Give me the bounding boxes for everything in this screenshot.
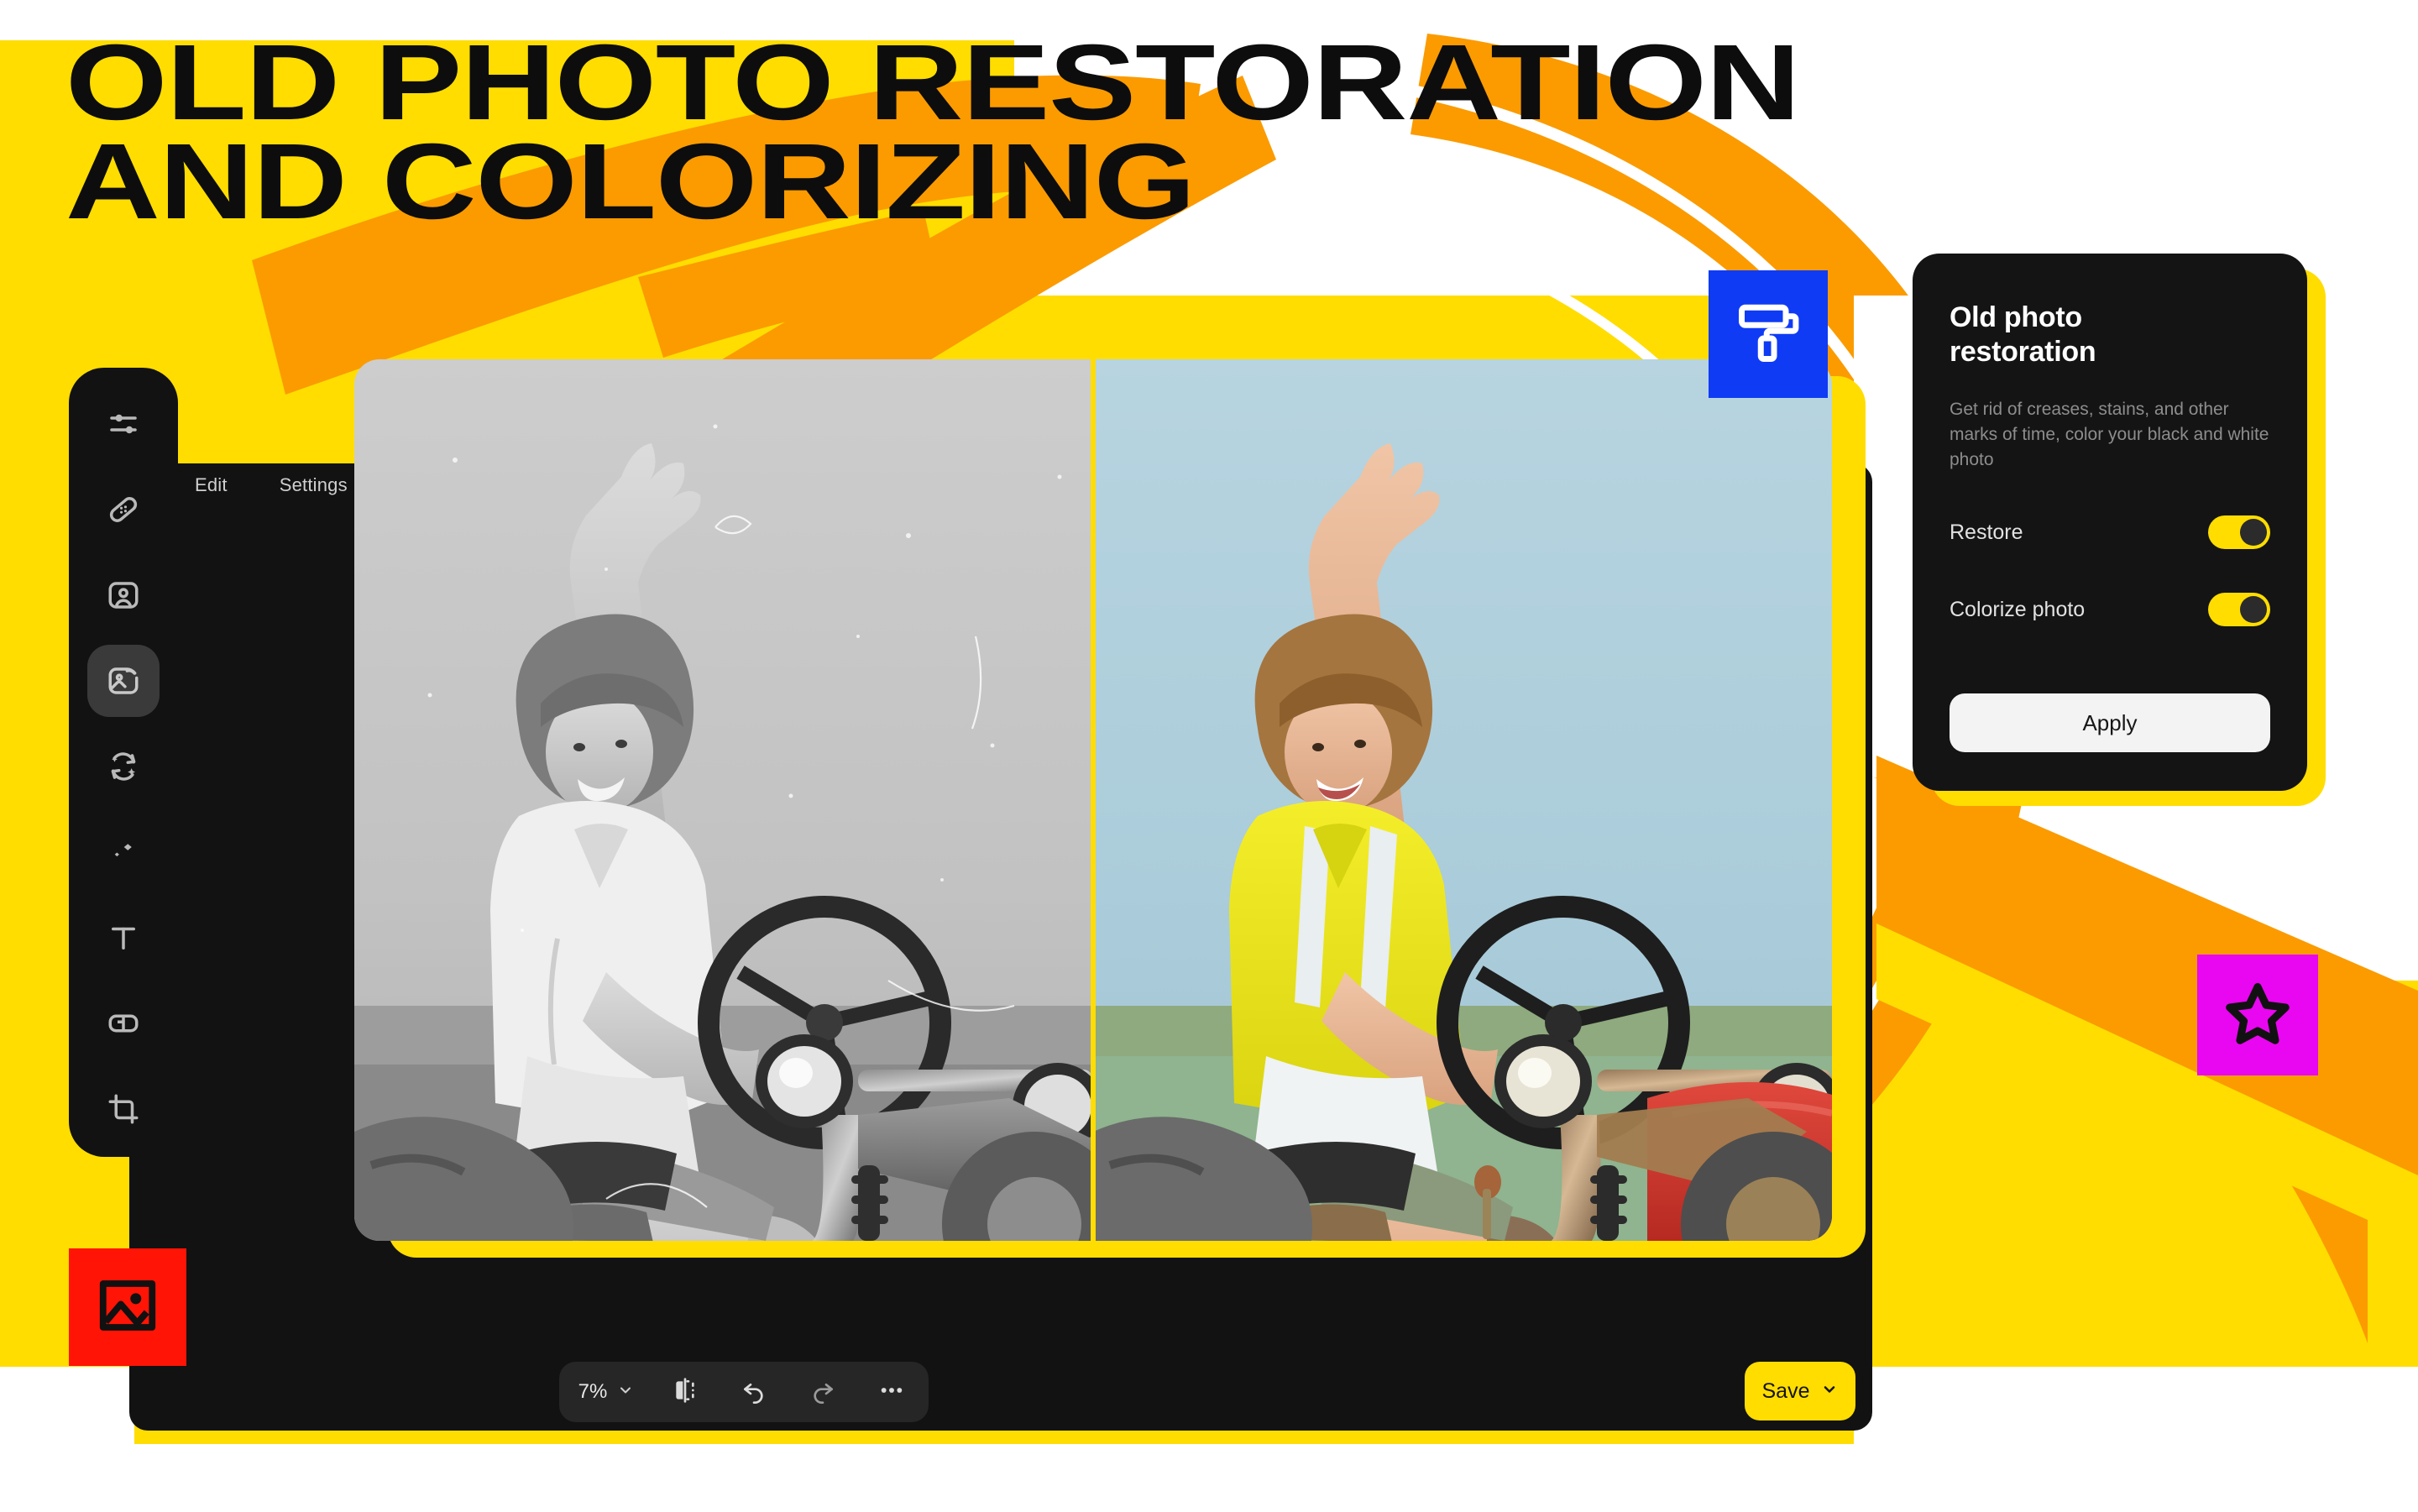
toggle-restore[interactable] — [2208, 515, 2270, 550]
adjustments-sliders-icon — [106, 406, 141, 442]
tool-text[interactable] — [87, 902, 160, 974]
save-button[interactable]: Save — [1745, 1362, 1855, 1420]
ai-refresh-icon — [106, 749, 141, 784]
tool-adjustments[interactable] — [87, 388, 160, 460]
background-yellow-right — [1854, 981, 2418, 1367]
tool-magic-sparkle[interactable] — [87, 816, 160, 888]
tool-crop[interactable] — [87, 1073, 160, 1145]
compare-button[interactable] — [667, 1374, 703, 1410]
toggle-knob — [2240, 596, 2267, 624]
save-button-label: Save — [1761, 1379, 1810, 1403]
poster-stage: OLD PHOTO RESTORATION AND COLORIZING Edi… — [0, 0, 2418, 1512]
undo-button[interactable] — [736, 1374, 772, 1410]
redo-icon — [809, 1377, 836, 1408]
healing-bandage-icon — [106, 492, 141, 527]
portrait-retouch-icon — [106, 578, 141, 613]
chevron-down-icon — [1821, 1381, 1838, 1402]
settings-card: Old photo restoration Get rid of creases… — [1913, 254, 2307, 791]
undo-icon — [741, 1377, 767, 1408]
crop-tool-icon — [106, 1091, 141, 1127]
image-icon — [95, 1273, 160, 1342]
toggle-colorize-photo[interactable] — [2208, 593, 2270, 627]
tab-settings[interactable]: Settings — [280, 474, 348, 496]
magic-sparkle-icon — [106, 834, 141, 870]
editor-tabs: Edit Settings — [195, 463, 348, 507]
photo-before-bw — [354, 359, 1093, 1241]
tool-healing[interactable] — [87, 473, 160, 546]
toggle-row-restore: Restore — [1950, 515, 2270, 550]
canvas-bottom-toolbar: 7% — [559, 1362, 929, 1422]
tool-ai-refresh[interactable] — [87, 730, 160, 803]
star-badge[interactable] — [2197, 955, 2318, 1075]
compare-divider[interactable] — [1091, 359, 1096, 1241]
tool-frame-shape[interactable] — [87, 987, 160, 1059]
image-badge[interactable] — [69, 1248, 186, 1366]
photo-after-colorized — [1093, 359, 1832, 1241]
zoom-level-control[interactable]: 7% — [578, 1380, 635, 1404]
zoom-level-value: 7% — [578, 1380, 608, 1403]
apply-button[interactable]: Apply — [1950, 693, 2270, 752]
redo-button[interactable] — [805, 1374, 840, 1410]
background-white-bottom — [0, 1444, 2418, 1512]
left-toolbar — [69, 368, 178, 1157]
photo-compare-canvas[interactable] — [354, 359, 1832, 1241]
frame-shape-icon — [106, 1006, 141, 1041]
image-restore-icon — [106, 663, 141, 698]
paint-roller-icon — [1733, 297, 1803, 372]
toggle-label-restore: Restore — [1950, 520, 2023, 544]
star-icon — [2222, 978, 2293, 1053]
toggle-row-colorize: Colorize photo — [1950, 593, 2270, 627]
tool-image-restore[interactable] — [87, 645, 160, 717]
paint-roller-badge[interactable] — [1709, 270, 1828, 398]
more-ellipsis-icon — [878, 1377, 905, 1408]
page-title: OLD PHOTO RESTORATION AND COLORIZING — [65, 23, 1801, 242]
settings-card-description: Get rid of creases, stains, and other ma… — [1950, 399, 2269, 469]
toggle-label-colorize: Colorize photo — [1950, 597, 2086, 621]
chevron-down-icon — [617, 1382, 634, 1403]
more-options-button[interactable] — [874, 1374, 909, 1410]
settings-card-title: Old photo restoration — [1950, 301, 2096, 369]
tab-edit[interactable]: Edit — [195, 474, 228, 496]
text-tool-icon — [106, 920, 141, 955]
toggle-knob — [2240, 519, 2267, 547]
compare-split-icon — [672, 1377, 699, 1408]
tool-portrait[interactable] — [87, 559, 160, 631]
